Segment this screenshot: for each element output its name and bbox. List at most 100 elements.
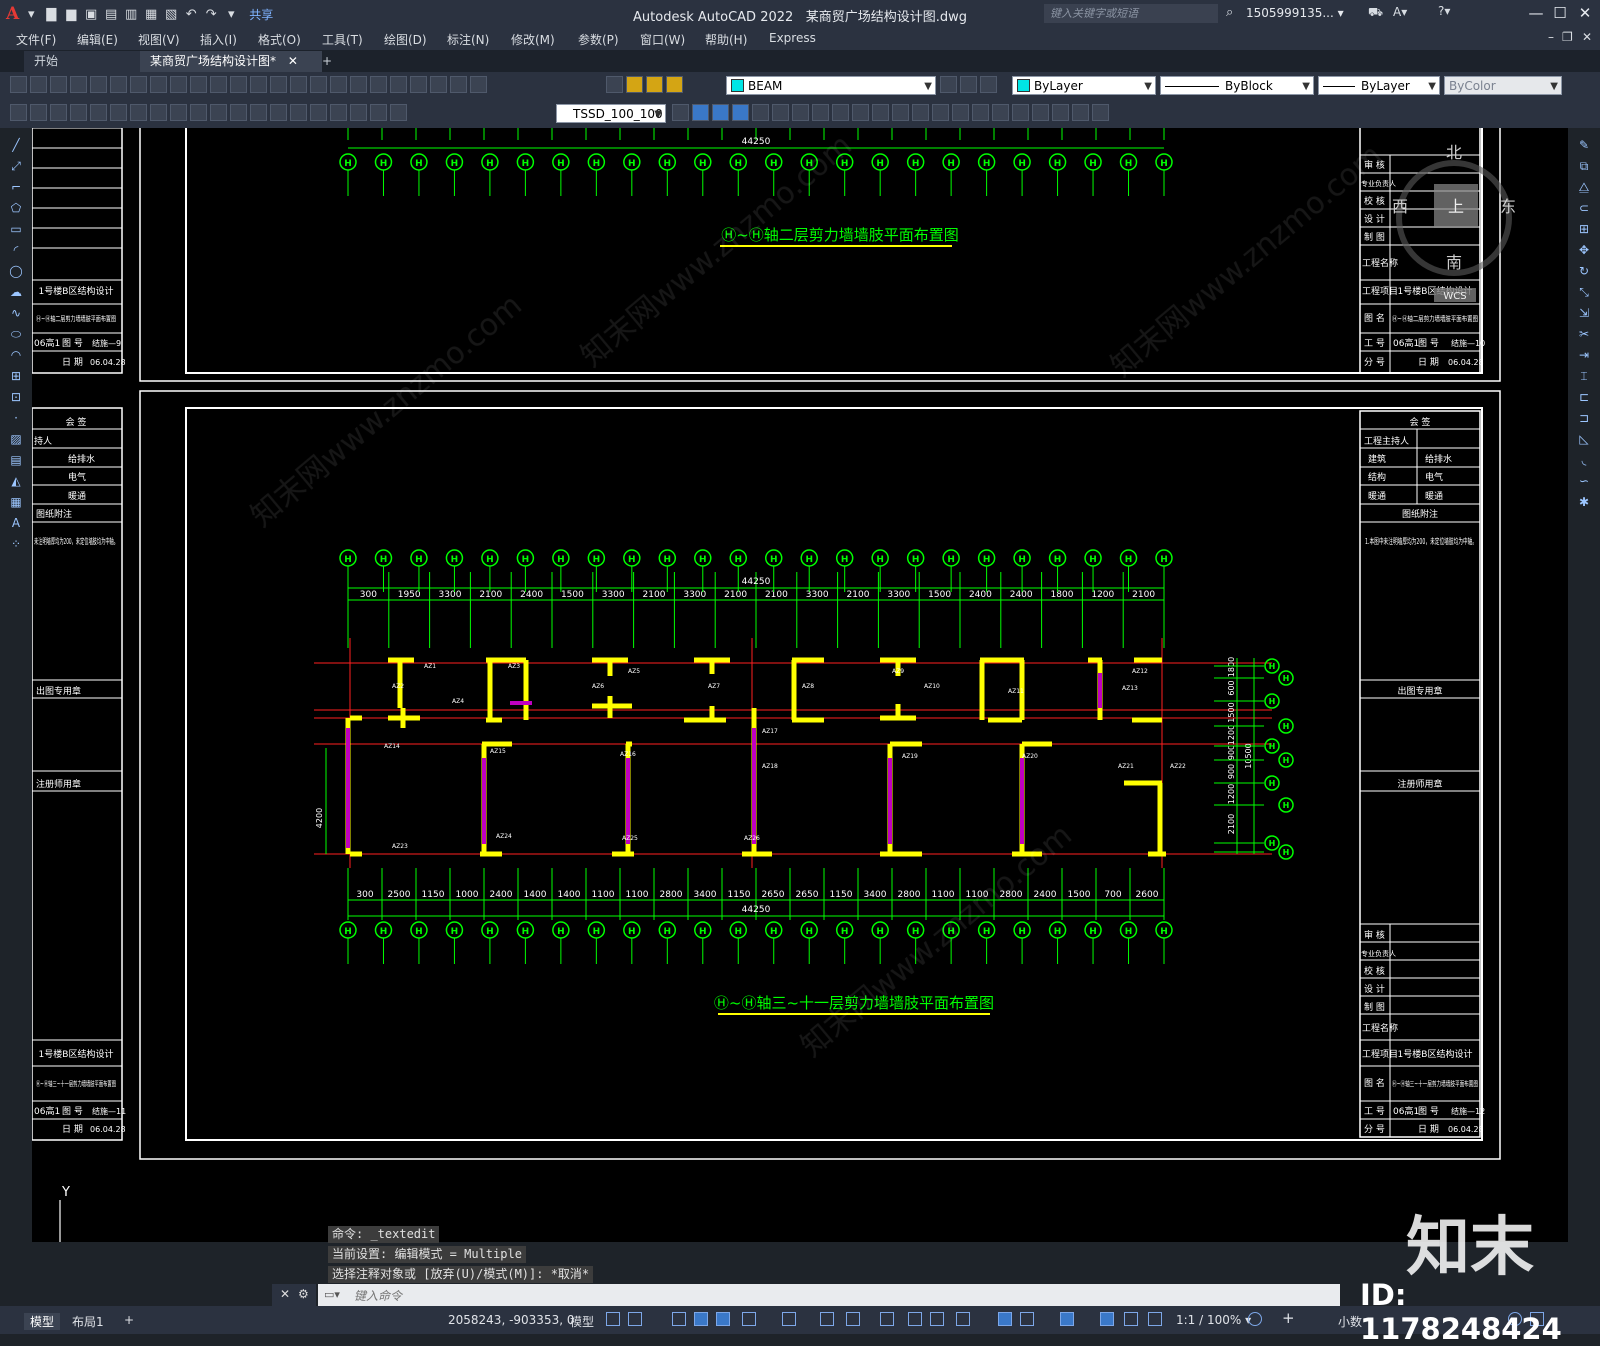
menu-window[interactable]: 窗口(W) [640,31,685,48]
region-icon[interactable]: ◭ [8,474,24,488]
model-space-toggle[interactable]: 模型 [570,1313,594,1330]
layer-delete-icon[interactable] [1072,104,1089,121]
dim-text-edit-icon[interactable] [370,104,387,121]
undo-icon[interactable] [230,76,247,93]
minimize-icon[interactable]: — [1526,4,1546,22]
auto-scale-icon[interactable] [1124,1312,1138,1326]
hide-icon[interactable] [972,104,989,121]
circle-icon[interactable]: ◯ [8,264,24,278]
plot-icon[interactable] [70,76,87,93]
construction-line-icon[interactable]: ⤢ [8,159,24,173]
autodesk-a360-icon[interactable]: A▾ [1393,5,1407,19]
object-snap-icon[interactable] [846,1312,860,1326]
draworder-above-icon[interactable] [732,104,749,121]
polygon-icon[interactable]: ⬠ [8,201,24,215]
command-customize-icon[interactable]: ⚙ [298,1287,309,1301]
save-web-icon[interactable]: ▦ [143,6,159,22]
markup-icon[interactable] [430,76,447,93]
leader-front-icon[interactable] [812,104,829,121]
center-mark-icon[interactable] [290,104,307,121]
layer-merge-icon[interactable] [1052,104,1069,121]
group-edit-icon[interactable] [892,104,909,121]
viewcube[interactable]: 上 北 南 东 西 WCS [1392,143,1516,302]
layer-walk-icon[interactable] [1032,104,1049,121]
menu-format[interactable]: 格式(O) [258,31,301,48]
redo-icon[interactable] [250,76,267,93]
group-icon[interactable] [852,104,869,121]
qnew-icon[interactable] [10,76,27,93]
unisolate-icon[interactable] [992,104,1009,121]
quickcalc-icon[interactable] [450,76,467,93]
mtext-icon[interactable]: A [8,516,24,530]
properties-icon[interactable] [350,76,367,93]
match-layer-icon[interactable] [1012,104,1029,121]
layer-lock-icon[interactable] [666,76,683,93]
paste-icon[interactable] [170,76,187,93]
layer-state-icon[interactable] [980,76,997,93]
save-icon[interactable] [50,76,67,93]
draworder-front-icon[interactable] [692,104,709,121]
scale-icon[interactable]: ⤡ [1576,285,1592,299]
tab-close-icon[interactable]: ✕ [288,54,298,68]
cart-icon[interactable]: ⛟ [1368,5,1383,21]
jogged-linear-icon[interactable] [330,104,347,121]
recent-commands-icon[interactable]: ▭▾ [324,1288,340,1301]
app-menu-chevron-icon[interactable]: ▾ [23,6,39,22]
make-current-icon[interactable] [940,76,957,93]
maximize-icon[interactable]: ☐ [1550,4,1570,22]
add-selected-icon[interactable]: ⁘ [8,537,24,551]
menu-view[interactable]: 视图(V) [138,31,180,48]
group-select-icon[interactable] [912,104,929,121]
save-icon[interactable]: ▣ [83,6,99,22]
matchprop-icon[interactable] [190,76,207,93]
plot-icon[interactable]: ▧ [163,6,179,22]
doc-close-icon[interactable]: ✕ [1582,30,1592,44]
insert-block-icon[interactable]: ⊞ [8,369,24,383]
object-visibility-icon[interactable] [932,104,949,121]
draworder-back-icon[interactable] [712,104,729,121]
gradient-icon[interactable]: ▤ [8,453,24,467]
annotation-scale-icon[interactable] [1148,1312,1162,1326]
layout-tab-1[interactable]: 布局1 [72,1313,104,1330]
offset-icon[interactable]: ⊂ [1576,201,1592,215]
preview-icon[interactable] [90,76,107,93]
text-front-icon[interactable] [772,104,789,121]
break-point-icon[interactable]: ⌶ [1576,369,1592,383]
menu-help[interactable]: 帮助(H) [705,31,747,48]
dim-linear-icon[interactable] [10,104,27,121]
block-editor-icon[interactable] [210,76,227,93]
help-icon[interactable] [470,76,487,93]
layer-previous-icon[interactable] [960,76,977,93]
dim-jogged-icon[interactable] [110,104,127,121]
layout-tab-add[interactable]: + [124,1313,134,1327]
open-icon[interactable] [30,76,47,93]
isodraft-icon[interactable] [782,1312,796,1326]
tolerance-icon[interactable] [270,104,287,121]
layout-tab-model[interactable]: 模型 [24,1313,61,1330]
erase-icon[interactable]: ✎ [1576,138,1592,152]
menu-edit[interactable]: 编辑(E) [77,31,118,48]
blend-icon[interactable]: ∽ [1576,474,1592,488]
zoom-realtime-icon[interactable] [290,76,307,93]
undo-icon[interactable]: ↶ [183,6,199,22]
tab-start[interactable]: 开始 [24,51,154,72]
sheetset-icon[interactable] [410,76,427,93]
isolate-icon[interactable] [952,104,969,121]
fillet-icon[interactable]: ◟ [1576,453,1592,467]
viewcube-north[interactable]: 北 [1446,143,1462,162]
search-icon[interactable]: ⌕ [1226,5,1233,20]
spline-icon[interactable]: ∿ [8,306,24,320]
wcs-label[interactable]: WCS [1443,291,1466,302]
arc-icon[interactable]: ◜ [8,243,24,257]
plotstyle-dropdown[interactable]: ByColor ▼ [1444,76,1562,95]
annotation-monitor-icon[interactable]: + [1282,1309,1295,1327]
revcloud-icon[interactable]: ☁ [8,285,24,299]
dim-continue-icon[interactable] [210,104,227,121]
point-icon[interactable]: · [8,411,24,425]
viewcube-west[interactable]: 西 [1392,197,1408,216]
explode-icon[interactable]: ✱ [1576,495,1592,509]
menu-draw[interactable]: 绘图(D) [384,31,427,48]
design-center-icon[interactable] [370,76,387,93]
customize-chevron-icon[interactable]: ▾ [223,6,239,22]
object-snap-tracking-icon[interactable] [820,1312,834,1326]
